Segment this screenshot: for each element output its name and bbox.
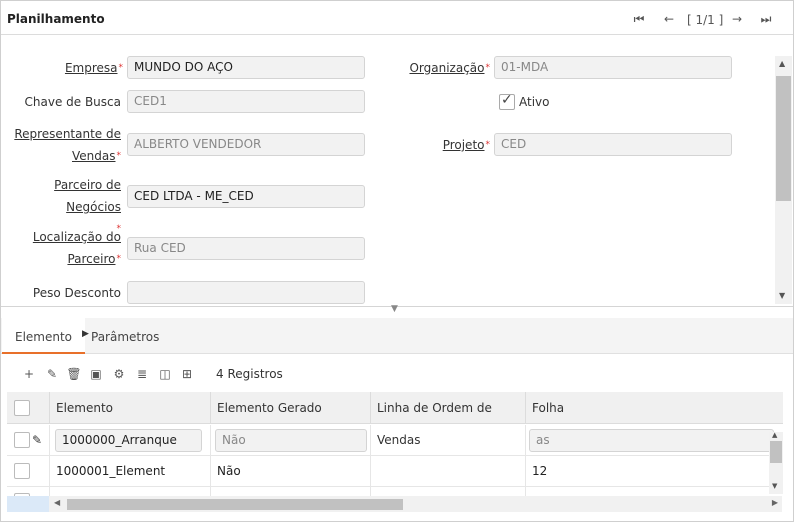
row-select-cell: [7, 456, 50, 487]
representante-field[interactable]: ALBERTO VENDEDOR: [127, 133, 365, 156]
records-count: 4 Registros: [216, 367, 283, 381]
cell-elemento: 1000000_Arranque: [50, 425, 211, 456]
cell-elemento-gerado: Não: [211, 456, 371, 487]
ativo-label: Ativo: [519, 95, 550, 109]
localizacao-field[interactable]: Rua CED: [127, 237, 365, 260]
next-record-icon[interactable]: →: [728, 10, 746, 28]
cell-folha: 12: [532, 464, 548, 478]
grid-toolbar: + ✎ 🗑 ▣ ⚙ ≣ ◫ ⊞ 4 Registros: [1, 356, 793, 392]
cell-elemento-gerado: Não: [211, 425, 371, 456]
grid-scroll-up-icon[interactable]: ▲: [772, 431, 777, 439]
table-row[interactable]: ✎ 1000000_Arranque Não as: [7, 425, 783, 456]
grid-hscroll-thumb[interactable]: [67, 499, 403, 510]
cell-linha-ordem: [371, 425, 526, 456]
grid-header: Elemento Elemento Gerado Linha de Ordem …: [7, 392, 783, 447]
check-icon: ✓: [501, 92, 513, 108]
folha-input[interactable]: as: [529, 429, 774, 452]
cell-elemento: 1000001_Element: [50, 456, 211, 487]
table-row[interactable]: [7, 487, 783, 496]
grid-horizontal-scrollbar[interactable]: ◀ ▶: [49, 496, 782, 512]
column-header-elemento-gerado[interactable]: Elemento Gerado: [211, 392, 371, 424]
tab-elemento[interactable]: Elemento: [2, 318, 86, 354]
form-vertical-scrollbar[interactable]: ▲ ▼: [775, 56, 792, 304]
peso-desconto-label: Peso Desconto: [32, 286, 121, 300]
gear-icon[interactable]: ⚙: [111, 366, 127, 382]
empresa-field[interactable]: MUNDO DO AÇO: [127, 56, 365, 79]
edit-icon[interactable]: ✎: [44, 366, 60, 382]
table-row[interactable]: 1000001_Element Não 12: [7, 456, 783, 487]
scroll-right-icon[interactable]: ▶: [772, 498, 778, 507]
trash-icon[interactable]: 🗑: [66, 366, 82, 382]
localizacao-label: Localização do Parceiro*: [32, 230, 121, 266]
peso-desconto-field[interactable]: [127, 281, 365, 304]
save-icon[interactable]: ▣: [88, 366, 104, 382]
cell-elemento-gerado: [211, 487, 371, 496]
cell-elemento: [50, 487, 211, 496]
last-record-icon[interactable]: ⏭: [757, 10, 775, 28]
parceiro-field[interactable]: CED LTDA - ME_CED: [127, 185, 365, 208]
cell-linha-ordem: [371, 487, 526, 496]
columns-icon[interactable]: ◫: [157, 366, 173, 382]
header-form: Empresa* MUNDO DO AÇO Organização* 01-MD…: [1, 36, 775, 306]
detail-tabs: Elemento ▶ Parâmetros: [1, 318, 793, 354]
collapse-icon[interactable]: ▼: [391, 304, 398, 314]
chave-busca-label: Chave de Busca: [24, 95, 122, 109]
previous-record-icon[interactable]: ←: [660, 10, 678, 28]
column-header-linha-ordem[interactable]: Linha de Ordem de Vendas: [371, 392, 526, 447]
grid-scroll-down-icon[interactable]: ▼: [772, 482, 777, 490]
grid-icon[interactable]: ⊞: [179, 366, 195, 382]
organizacao-field[interactable]: 01-MDA: [494, 56, 732, 79]
tab-parametros-label: Parâmetros: [91, 330, 160, 344]
list-icon[interactable]: ≣: [134, 366, 150, 382]
chave-busca-field[interactable]: CED1: [127, 90, 365, 113]
row-checkbox[interactable]: [14, 432, 30, 448]
title-bar: Planilhamento ⏮ ← [ 1/1 ] → ⏭: [1, 1, 793, 35]
record-pager: [ 1/1 ]: [687, 13, 724, 27]
grid-corner: [7, 496, 49, 512]
organizacao-label: Organização*: [409, 61, 490, 75]
column-header-folha[interactable]: Folha: [526, 392, 783, 424]
empresa-label: Empresa*: [64, 61, 123, 75]
elements-grid: Elemento Elemento Gerado Linha de Ordem …: [7, 392, 783, 496]
projeto-label: Projeto*: [442, 138, 490, 152]
panel-splitter[interactable]: ▼: [1, 304, 793, 318]
row-checkbox[interactable]: [14, 463, 30, 479]
representante-label: Representante de Vendas*: [14, 127, 121, 163]
plus-icon[interactable]: +: [21, 366, 37, 382]
scroll-up-icon[interactable]: ▲: [779, 59, 785, 68]
first-record-icon[interactable]: ⏮: [630, 10, 648, 28]
column-header-elemento[interactable]: Elemento: [50, 392, 211, 424]
tab-parametros[interactable]: ▶ Parâmetros: [78, 318, 172, 354]
elemento-input[interactable]: 1000000_Arranque: [55, 429, 202, 452]
elemento-gerado-input[interactable]: Não: [215, 429, 367, 452]
ativo-checkbox[interactable]: ✓: [499, 92, 515, 110]
select-all-checkbox[interactable]: [14, 400, 30, 416]
scroll-down-icon[interactable]: ▼: [779, 291, 785, 300]
row-select-cell: [7, 487, 50, 496]
form-scroll-thumb[interactable]: [776, 76, 791, 201]
row-select-cell: ✎: [7, 425, 50, 456]
projeto-field[interactable]: CED: [494, 133, 732, 156]
cell-linha-ordem: [371, 456, 526, 487]
expand-icon: ▶: [82, 329, 89, 339]
cell-folha: [526, 487, 783, 496]
edit-row-icon[interactable]: ✎: [32, 425, 42, 456]
cell-folha: as: [526, 425, 783, 456]
grid-vertical-scrollbar[interactable]: ▲ ▼: [769, 431, 783, 494]
scroll-left-icon[interactable]: ◀: [54, 498, 60, 507]
window-title: Planilhamento: [7, 12, 105, 26]
select-all-cell: [7, 392, 50, 424]
grid-vscroll-thumb[interactable]: [770, 441, 782, 463]
